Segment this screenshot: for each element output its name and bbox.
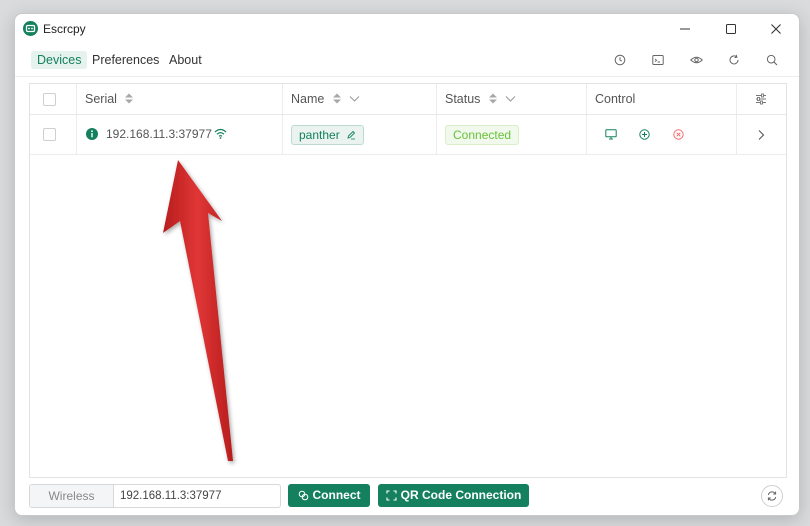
info-icon[interactable] (86, 128, 98, 140)
device-name: panther (299, 128, 340, 142)
menu-devices[interactable]: Devices (31, 51, 88, 69)
sliders-icon (756, 93, 766, 105)
plus-circle-icon[interactable] (639, 129, 650, 140)
device-name-tag[interactable]: panther (291, 125, 365, 145)
column-settings-button[interactable] (754, 92, 768, 106)
menu-about[interactable]: About (163, 51, 208, 69)
app-window: Escrcpy Devices Preferences About Serial… (14, 13, 800, 516)
sort-icon (488, 93, 497, 104)
sort-icon (332, 93, 341, 104)
wireless-address-group: Wireless (29, 484, 281, 508)
wifi-icon (214, 128, 227, 139)
chevron-right-icon[interactable] (757, 129, 765, 141)
status-badge: Connected (445, 125, 520, 145)
row-checkbox[interactable] (43, 128, 56, 141)
wireless-label: Wireless (30, 485, 114, 507)
close-icon (771, 24, 781, 34)
sync-icon (767, 491, 777, 501)
edit-icon[interactable] (346, 130, 356, 140)
table-row[interactable]: 192.168.11.3:37977 panther Connected (30, 115, 786, 155)
maximize-button[interactable] (708, 14, 754, 44)
terminal-icon[interactable] (651, 53, 665, 67)
link-icon (298, 490, 308, 501)
column-status[interactable]: Status (445, 84, 516, 114)
column-control: Control (595, 84, 635, 114)
qr-label: QR Code Connection (400, 488, 522, 502)
table-header: Serial Name Status Control (30, 84, 786, 115)
device-table: Serial Name Status Control 192.168.11.3:… (29, 83, 787, 478)
connect-label: Connect (312, 488, 361, 502)
close-button[interactable] (753, 14, 799, 44)
qr-code-connection-button[interactable]: QR Code Connection (378, 484, 529, 507)
refresh-devices-button[interactable] (761, 485, 783, 507)
scan-icon (386, 490, 397, 501)
clock-icon[interactable] (613, 53, 627, 67)
sort-icon (125, 93, 134, 104)
monitor-icon[interactable] (605, 129, 617, 140)
window-title: Escrcpy (43, 22, 86, 36)
eye-icon[interactable] (689, 53, 703, 67)
minimize-button[interactable] (662, 14, 708, 44)
wireless-address-input[interactable] (114, 485, 278, 507)
menu-preferences[interactable]: Preferences (86, 51, 165, 69)
menu-bar: Devices Preferences About (15, 44, 799, 77)
title-bar: Escrcpy (15, 14, 799, 44)
connection-bar: Wireless Connect QR Code Connection (15, 480, 799, 515)
close-circle-icon[interactable] (673, 129, 684, 140)
column-status-label: Status (445, 92, 481, 106)
minimize-icon (680, 28, 690, 30)
connect-button[interactable]: Connect (288, 484, 370, 507)
column-serial[interactable]: Serial (85, 84, 134, 114)
device-serial: 192.168.11.3:37977 (106, 127, 212, 141)
column-name[interactable]: Name (291, 84, 360, 114)
column-control-label: Control (595, 92, 636, 106)
chevron-down-icon (349, 96, 360, 102)
app-logo-icon (23, 21, 38, 36)
column-serial-label: Serial (85, 92, 117, 106)
maximize-icon (726, 24, 736, 34)
select-all-checkbox[interactable] (43, 93, 56, 106)
refresh-icon[interactable] (727, 53, 741, 67)
column-name-label: Name (291, 92, 325, 106)
search-icon[interactable] (765, 53, 779, 67)
chevron-down-icon (506, 96, 516, 102)
